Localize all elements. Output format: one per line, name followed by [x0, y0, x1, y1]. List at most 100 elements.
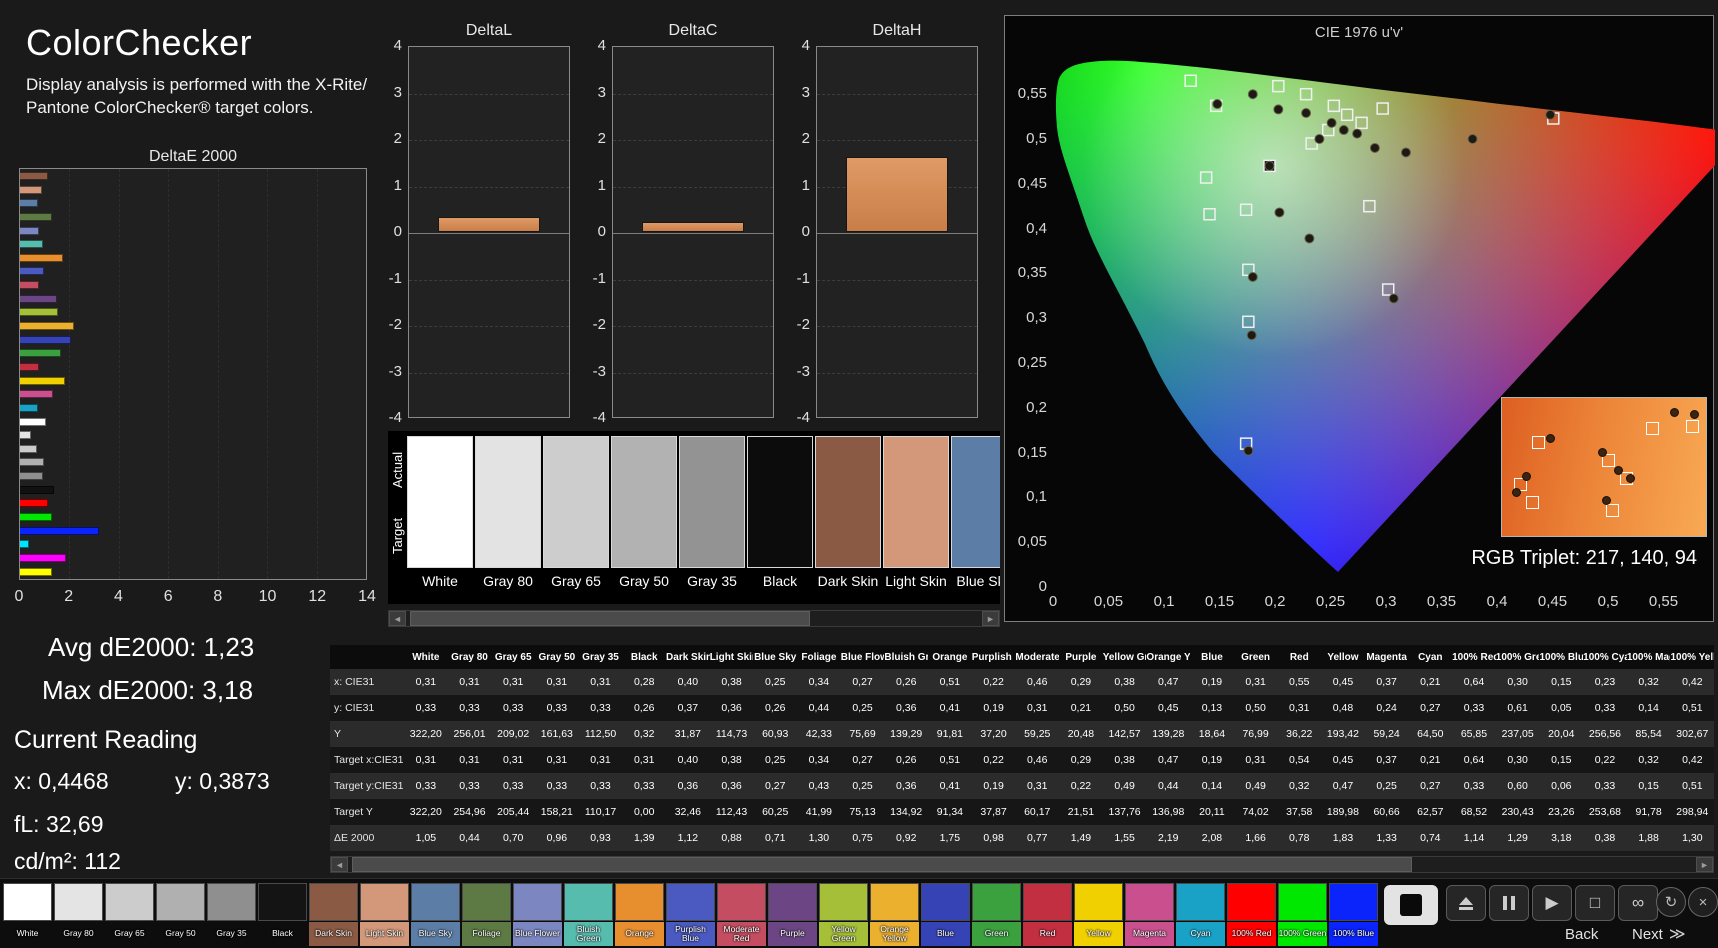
swatch-color: [615, 883, 664, 921]
patch-box: [680, 437, 744, 567]
toolbar-swatch-button[interactable]: Orange: [615, 883, 664, 946]
table-value-cell: 1,12: [666, 832, 710, 844]
toolbar-swatch-button[interactable]: 100% Blue: [1329, 883, 1378, 946]
deltae-x-tick: 0: [0, 588, 39, 606]
scroll-track[interactable]: [348, 857, 1696, 872]
table-value-cell: 0,88: [710, 832, 754, 844]
swatch-color: [3, 883, 52, 921]
eject-button[interactable]: [1446, 885, 1486, 921]
table-value-cell: 42,33: [797, 728, 841, 740]
swatch-color: [717, 883, 766, 921]
toolbar-swatch-button[interactable]: Yellow Green: [819, 883, 868, 946]
table-value-cell: 0,33: [448, 702, 492, 714]
close-button[interactable]: ×: [1688, 887, 1718, 917]
toolbar-swatch-button[interactable]: 100% Red: [1227, 883, 1276, 946]
toolbar-swatch-button[interactable]: Blue: [921, 883, 970, 946]
cie-y-tick: 0,05: [1009, 533, 1047, 550]
toolbar-swatch-button[interactable]: Light Skin: [360, 883, 409, 946]
black-square-icon: [1400, 894, 1422, 916]
swatch-label: Light Skin: [360, 922, 409, 946]
table-value-cell: 20,04: [1539, 728, 1583, 740]
patch-compare-cell: [680, 437, 744, 567]
toolbar-swatch-button[interactable]: Foliage: [462, 883, 511, 946]
patch-strip-scrollbar[interactable]: ◄ ►: [388, 610, 1000, 627]
swatch-label: Red: [1023, 922, 1072, 946]
swatch-label: 100% Blue: [1329, 922, 1378, 946]
scroll-track[interactable]: [406, 611, 982, 626]
toolbar-swatch-button[interactable]: Magenta: [1125, 883, 1174, 946]
swatch-label: Purple: [768, 922, 817, 946]
toolbar-swatch-button[interactable]: Red: [1023, 883, 1072, 946]
deltae-bar: [20, 267, 44, 275]
toolbar-swatch-button[interactable]: Gray 80: [54, 883, 103, 946]
scroll-thumb[interactable]: [352, 857, 1412, 872]
cie-diagram-panel: CIE 1976 u'v' 00,050,10,150,20,250,30,35…: [1004, 15, 1714, 622]
infinity-button[interactable]: ∞: [1618, 885, 1658, 921]
table-value-cell: 0,31: [622, 754, 666, 766]
table-value-cell: 0,19: [1190, 676, 1234, 688]
swatch-color: [411, 883, 460, 921]
toolbar-swatch-button[interactable]: Gray 50: [156, 883, 205, 946]
table-value-cell: 0,44: [448, 832, 492, 844]
inset-measured-marker: [1670, 408, 1679, 417]
gridline: [817, 94, 977, 95]
toolbar-swatch-button[interactable]: Green: [972, 883, 1021, 946]
table-row: Target y:CIE310,330,330,330,330,330,330,…: [330, 773, 1714, 799]
table-value-cell: 237,05: [1496, 728, 1540, 740]
toolbar-swatch-button[interactable]: White: [3, 883, 52, 946]
play-icon: ▶: [1545, 893, 1558, 913]
toolbar-swatch-button[interactable]: Purplish Blue: [666, 883, 715, 946]
scroll-right-arrow-icon[interactable]: ►: [982, 611, 999, 626]
back-button[interactable]: Back: [1565, 923, 1598, 945]
toolbar-swatch-button[interactable]: Blue Sky: [411, 883, 460, 946]
table-value-cell: 0,48: [1321, 702, 1365, 714]
table-value-cell: 0,32: [622, 728, 666, 740]
table-value-cell: 0,33: [1583, 702, 1627, 714]
table-value-cell: 0,05: [1539, 702, 1583, 714]
play-button[interactable]: ▶: [1532, 885, 1572, 921]
next-button[interactable]: Next ≫: [1632, 923, 1686, 945]
table-value-cell: 0,21: [1408, 754, 1452, 766]
infinity-icon: ∞: [1632, 893, 1644, 913]
toolbar-swatch-button[interactable]: Gray 65: [105, 883, 154, 946]
scroll-thumb[interactable]: [410, 611, 810, 626]
scroll-left-arrow-icon[interactable]: ◄: [331, 857, 348, 872]
table-value-cell: 2,08: [1190, 832, 1234, 844]
table-value-cell: 0,60: [1496, 780, 1540, 792]
toolbar-swatch-button[interactable]: Moderate Red: [717, 883, 766, 946]
scroll-right-arrow-icon[interactable]: ►: [1696, 857, 1713, 872]
patch-compare-cell: [408, 437, 472, 567]
table-header-row: WhiteGray 80Gray 65Gray 50Gray 35BlackDa…: [330, 645, 1714, 669]
swatch-label: White: [3, 922, 52, 946]
table-column-header: Yellow: [1321, 652, 1365, 663]
gridline: [613, 280, 773, 281]
table-column-header: Black: [622, 652, 666, 663]
toolbar-swatch-button[interactable]: Gray 35: [207, 883, 256, 946]
table-value-cell: 0,22: [972, 754, 1016, 766]
pause-button[interactable]: [1489, 885, 1529, 921]
gridline: [613, 140, 773, 141]
toolbar-swatch-button[interactable]: Cyan: [1176, 883, 1225, 946]
deltae-bar: [20, 390, 53, 398]
toolbar-swatch-button[interactable]: Purple: [768, 883, 817, 946]
toolbar-swatch-button[interactable]: Black: [258, 883, 307, 946]
refresh-button[interactable]: ↻: [1656, 887, 1686, 917]
measured-marker: [1315, 135, 1324, 144]
toolbar-swatch-button[interactable]: 100% Green: [1278, 883, 1327, 946]
toolbar-swatch-button[interactable]: Blue Flower: [513, 883, 562, 946]
toolbar-swatch-button[interactable]: Dark Skin: [309, 883, 358, 946]
toolbar-swatch-button[interactable]: Yellow: [1074, 883, 1123, 946]
toolbar-swatch-button[interactable]: Bluish Green: [564, 883, 613, 946]
table-value-cell: 0,31: [1015, 780, 1059, 792]
scroll-left-arrow-icon[interactable]: ◄: [389, 611, 406, 626]
measured-marker: [1389, 294, 1398, 303]
subtitle-line-1: Display analysis is performed with the X…: [26, 74, 367, 97]
table-value-cell: 85,54: [1627, 728, 1671, 740]
gridline: [613, 373, 773, 374]
table-scrollbar[interactable]: ◄ ►: [330, 856, 1714, 873]
pattern-window-button[interactable]: [1384, 885, 1438, 925]
toolbar-swatch-button[interactable]: Orange Yellow: [870, 883, 919, 946]
cie-x-tick: 0,05: [1087, 593, 1131, 610]
table-value-cell: 0,50: [1234, 702, 1278, 714]
stop-button[interactable]: □: [1575, 885, 1615, 921]
